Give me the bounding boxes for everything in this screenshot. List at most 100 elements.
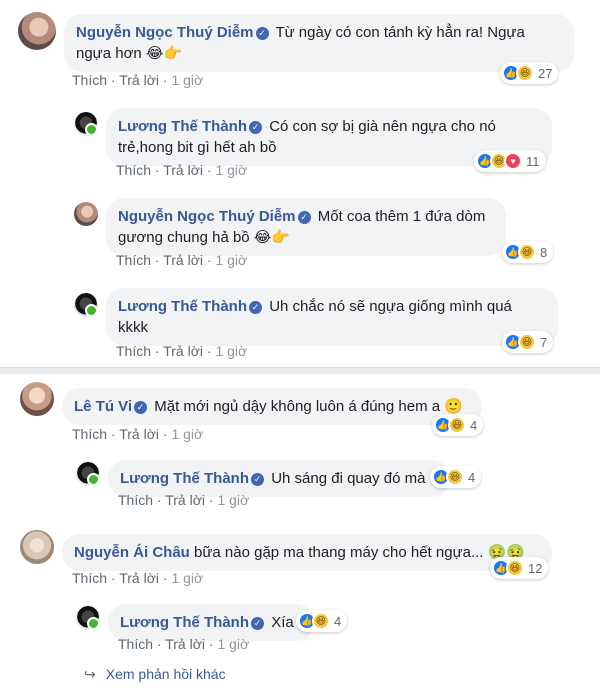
author-name[interactable]: Lương Thế Thành (118, 118, 247, 135)
comment-text: Có con sợ bị già nên ngựa cho nó (269, 118, 496, 135)
like-link[interactable]: Thích (116, 162, 151, 178)
comment-text: Mốt coa thêm 1 đứa dòm (317, 208, 486, 225)
reaction-summary[interactable]: 👍 😆 4 (296, 610, 348, 632)
reply-arrow-icon: ↪ (84, 666, 96, 682)
like-link[interactable]: Thích (72, 570, 107, 586)
avatar[interactable] (20, 530, 54, 564)
reaction-count: 12 (528, 560, 543, 576)
love-reaction-icon: ♥ (504, 152, 522, 170)
comment-bubble: Lương Thế Thành ✓ Uh chắc nó sẽ ngựa giốn… (106, 288, 558, 346)
reply-link[interactable]: Trả lời (119, 426, 159, 442)
comment-text: kkkk (118, 319, 148, 336)
reply-link[interactable]: Trả lời (119, 570, 159, 586)
comment-actions: Thích · Trả lời · 1 giờ (118, 636, 250, 652)
timestamp[interactable]: 1 giờ (171, 426, 203, 442)
like-link[interactable]: Thích (116, 343, 151, 359)
comment-text: Từ ngày có con tánh kỳ hẳn ra! Ngựa (275, 24, 525, 41)
reaction-count: 4 (334, 613, 342, 629)
avatar[interactable] (74, 112, 98, 136)
haha-reaction-icon: 😆 (312, 612, 330, 630)
timestamp[interactable]: 1 giờ (215, 252, 247, 268)
comment-text: Xía (271, 614, 294, 631)
comment-text: gương chung hả bồ (118, 229, 250, 246)
reply-link[interactable]: Trả lời (119, 72, 159, 88)
author-name[interactable]: Nguyễn Ngọc Thuý Diễm (76, 24, 254, 41)
reply-link[interactable]: Trả lời (165, 636, 205, 652)
reply-link[interactable]: Trả lời (163, 343, 203, 359)
verified-badge-icon: ✓ (255, 27, 269, 40)
haha-reaction-icon: 😆 (518, 243, 536, 261)
reply-link[interactable]: Trả lời (163, 252, 203, 268)
haha-reaction-icon: 😆 (448, 416, 466, 434)
comment-bubble: Nguyễn Ngọc Thuý Diễm ✓ Từ ngày có con tá… (64, 14, 574, 72)
reaction-summary[interactable]: 👍 😆 27 (500, 62, 559, 84)
author-name[interactable]: Lê Tú Vi (74, 398, 132, 415)
comment-text: Uh sáng đi quay đó mà (271, 470, 426, 487)
comment-text: Uh chắc nó sẽ ngựa giống mình quá (269, 298, 512, 315)
avatar[interactable] (74, 293, 98, 317)
verified-badge-icon: ✓ (134, 401, 148, 414)
reaction-summary[interactable]: 👍 😆 4 (432, 414, 484, 436)
reaction-summary[interactable]: 👍 😆 8 (502, 241, 554, 263)
reaction-summary[interactable]: 👍 😆 ♥ 11 (474, 150, 546, 172)
like-link[interactable]: Thích (116, 252, 151, 268)
avatar[interactable] (18, 12, 56, 50)
avatar[interactable] (20, 382, 54, 416)
comment-actions: Thích · Trả lời · 1 giờ (72, 426, 204, 442)
author-name[interactable]: Lương Thế Thành (120, 614, 249, 631)
comment-bubble: Nguyễn Ngọc Thuý Diễm ✓ Mốt coa thêm 1 đứ… (106, 198, 506, 256)
comment-actions: Thích · Trả lời · 1 giờ (118, 492, 250, 508)
author-name[interactable]: Lương Thế Thành (120, 470, 249, 487)
reply-link[interactable]: Trả lời (163, 162, 203, 178)
verified-badge-icon: ✓ (251, 473, 265, 486)
reaction-summary[interactable]: 👍 😆 12 (490, 557, 549, 579)
verified-badge-icon: ✓ (249, 121, 263, 134)
emoji-smile-icon: 🙂 (444, 398, 463, 415)
comment-thread-top: Nguyễn Ngọc Thuý Diễm ✓ Từ ngày có con tá… (0, 0, 600, 368)
comment-actions: Thích · Trả lời · 1 giờ (72, 570, 204, 586)
reply-link[interactable]: Trả lời (165, 492, 205, 508)
verified-badge-icon: ✓ (251, 617, 265, 630)
reaction-summary[interactable]: 👍 😆 7 (502, 331, 554, 353)
author-name[interactable]: Nguyễn Ái Châu (74, 544, 190, 561)
avatar[interactable] (76, 606, 100, 630)
comment-actions: Thích · Trả lời · 1 giờ (116, 252, 248, 268)
timestamp[interactable]: 1 giờ (217, 636, 249, 652)
timestamp[interactable]: 1 giờ (171, 72, 203, 88)
reaction-count: 7 (540, 334, 548, 350)
view-more-replies-label[interactable]: Xem phản hồi khác (106, 666, 226, 682)
comment-thread-bottom: Lê Tú Vi ✓ Mặt mới ngủ dậy không luôn á đ… (0, 374, 600, 694)
timestamp[interactable]: 1 giờ (217, 492, 249, 508)
reaction-count: 4 (468, 469, 476, 485)
comment-bubble: Lê Tú Vi ✓ Mặt mới ngủ dậy không luôn á đ… (62, 388, 482, 425)
avatar[interactable] (74, 202, 98, 226)
comment-text: trẻ,hong bit gì hết ah bồ (118, 139, 277, 156)
author-name[interactable]: Nguyễn Ngọc Thuý Diễm (118, 208, 296, 225)
reaction-summary[interactable]: 👍 😆 4 (430, 466, 482, 488)
timestamp[interactable]: 1 giờ (171, 570, 203, 586)
comment-bubble: Nguyễn Ái Châu bữa nào gặp ma thang máy … (62, 534, 552, 571)
like-link[interactable]: Thích (118, 492, 153, 508)
view-more-replies-link[interactable]: ↪ Xem phản hồi khác (84, 666, 226, 683)
like-link[interactable]: Thích (72, 426, 107, 442)
like-link[interactable]: Thích (118, 636, 153, 652)
timestamp[interactable]: 1 giờ (215, 162, 247, 178)
author-name[interactable]: Lương Thế Thành (118, 298, 247, 315)
verified-badge-icon: ✓ (249, 301, 263, 314)
emoji-laugh-point-icon: 😂👉 (145, 45, 183, 62)
comment-text: bữa nào gặp ma thang máy cho hết ngựa... (194, 544, 484, 561)
reaction-count: 8 (540, 244, 548, 260)
haha-reaction-icon: 😆 (516, 64, 534, 82)
timestamp[interactable]: 1 giờ (215, 343, 247, 359)
comment-actions: Thích · Trả lời · 1 giờ (72, 72, 204, 88)
reaction-count: 27 (538, 65, 553, 81)
avatar[interactable] (76, 462, 100, 486)
emoji-laugh-point-icon: 😂👉 (253, 229, 291, 246)
haha-reaction-icon: 😆 (518, 333, 536, 351)
haha-reaction-icon: 😆 (506, 559, 524, 577)
comment-text: Mặt mới ngủ dậy không luôn á đúng hem a (154, 398, 441, 415)
reaction-count: 11 (526, 153, 540, 169)
like-link[interactable]: Thích (72, 72, 107, 88)
verified-badge-icon: ✓ (297, 211, 311, 224)
haha-reaction-icon: 😆 (446, 468, 464, 486)
